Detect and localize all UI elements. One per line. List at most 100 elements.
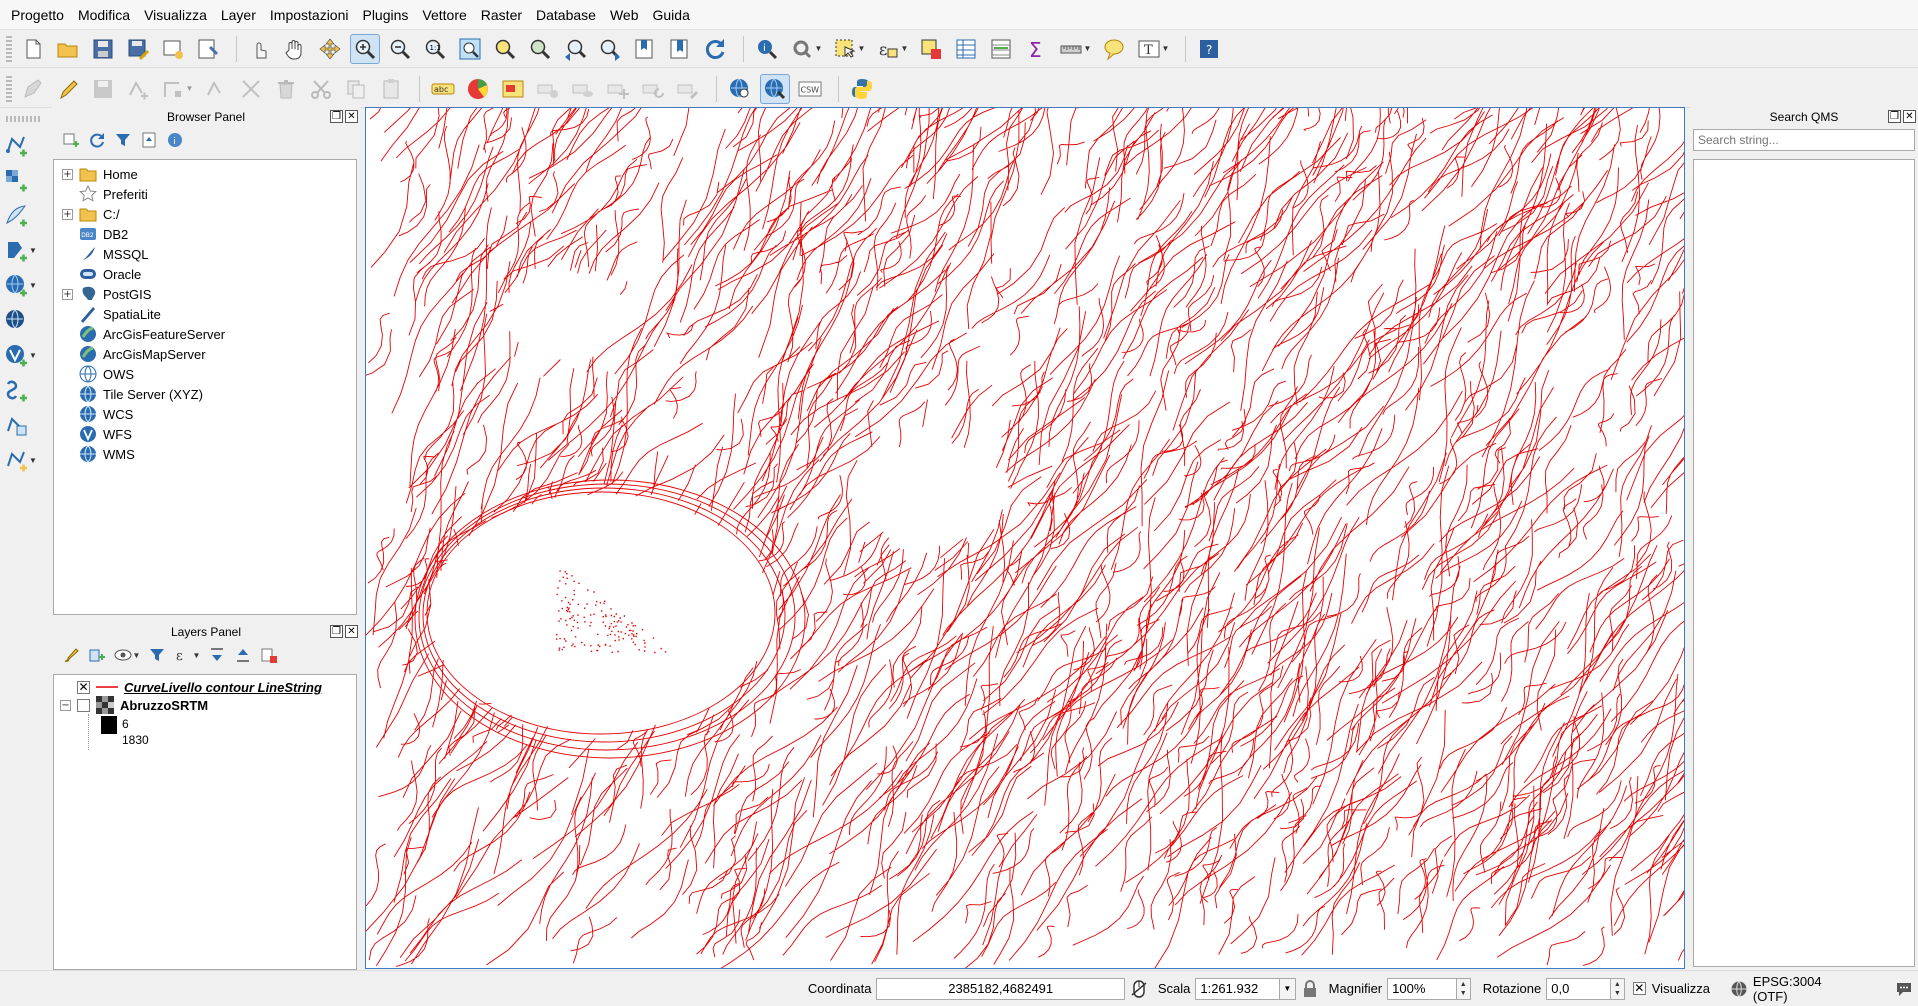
zoom-last-button[interactable] (560, 34, 590, 64)
zoom-to-layer-button[interactable] (525, 34, 555, 64)
layer-visibility-checkbox[interactable]: ✕ (77, 680, 90, 694)
cut-features-button[interactable] (306, 74, 336, 104)
layer-row-contour[interactable]: ✕ CurveLivello contour LineString (60, 678, 356, 696)
menu-impostazioni[interactable]: Impostazioni (263, 0, 356, 30)
digitize-button[interactable] (201, 74, 231, 104)
browser-item-wfs[interactable]: WFS (62, 424, 356, 444)
menu-progetto[interactable]: Progetto (4, 0, 71, 30)
text-annotation-button[interactable]: T ▼ (1134, 34, 1172, 64)
manage-map-themes-button[interactable]: ▼ (112, 644, 142, 666)
crs-status-button[interactable] (1729, 978, 1749, 1000)
expand-icon[interactable]: + (62, 168, 73, 180)
paste-features-button[interactable] (376, 74, 406, 104)
add-vector-layer-button[interactable] (4, 130, 48, 160)
zoom-native-button[interactable]: 1:1 (420, 34, 450, 64)
refresh-browser-button[interactable] (86, 129, 108, 151)
expand-icon[interactable]: + (62, 208, 73, 220)
menu-plugins[interactable]: Plugins (355, 0, 415, 30)
toolbar-grip[interactable] (6, 116, 42, 122)
menu-modifica[interactable]: Modifica (71, 0, 137, 30)
coordinate-field[interactable]: 2385182,4682491 (876, 977, 1125, 1000)
scale-combo[interactable]: 1:261.932 (1195, 977, 1280, 1000)
pan-button[interactable] (280, 34, 310, 64)
menu-database[interactable]: Database (529, 0, 603, 30)
new-print-layout-button[interactable] (158, 34, 188, 64)
toolbar-grip[interactable] (6, 35, 12, 62)
zoom-next-button[interactable] (595, 34, 625, 64)
map-canvas[interactable] (365, 107, 1685, 969)
add-spatialite-layer-button[interactable]: ▼ (4, 235, 48, 265)
expand-all-button[interactable] (206, 644, 228, 666)
metasearch-button[interactable] (725, 74, 755, 104)
collapse-all-layers-button[interactable] (232, 644, 254, 666)
menu-web[interactable]: Web (603, 0, 646, 30)
browser-item-arcgisfeatureserver[interactable]: ArcGisFeatureServer (62, 324, 356, 344)
add-selected-layers-button[interactable] (60, 129, 82, 151)
toggle-extents-button[interactable] (1129, 978, 1149, 1000)
qms-search-input[interactable] (1693, 129, 1915, 151)
browser-item-home[interactable]: + Home (62, 164, 356, 184)
remove-layer-button[interactable] (258, 644, 280, 666)
refresh-button[interactable] (700, 34, 730, 64)
statistics-button[interactable]: Σ (1021, 34, 1051, 64)
filter-legend-button[interactable] (146, 644, 168, 666)
rotation-spinner[interactable]: ▲ ▼ (1610, 977, 1625, 1000)
close-panel-button[interactable]: ✕ (1903, 110, 1916, 123)
change-label-button[interactable] (673, 74, 703, 104)
show-bookmarks-button[interactable] (665, 34, 695, 64)
save-edits-button[interactable] (88, 74, 118, 104)
rotation-field[interactable]: 0,0 (1546, 977, 1611, 1000)
browser-item-preferiti[interactable]: Preferiti (62, 184, 356, 204)
current-edits-button[interactable] (18, 74, 48, 104)
python-console-button[interactable] (847, 74, 877, 104)
menu-guida[interactable]: Guida (646, 0, 697, 30)
pin-labels-button[interactable] (498, 74, 528, 104)
measure-button[interactable]: ▼ (1056, 34, 1094, 64)
menu-visualizza[interactable]: Visualizza (137, 0, 214, 30)
magnifier-field[interactable]: 100% (1387, 977, 1457, 1000)
lock-scale-button[interactable] (1300, 978, 1320, 1000)
save-as-button[interactable] (123, 34, 153, 64)
move-label-button[interactable] (603, 74, 633, 104)
add-mesh-layer-button[interactable] (4, 200, 48, 230)
browser-item-c[interactable]: + C:/ (62, 204, 356, 224)
float-panel-button[interactable]: ❐ (330, 110, 343, 123)
browser-item-tile-server-xyz[interactable]: Tile Server (XYZ) (62, 384, 356, 404)
label-toolbar-button[interactable]: abc (428, 74, 458, 104)
add-delimited-text-button[interactable] (4, 375, 48, 405)
add-wms-layer-button[interactable]: ▼ (4, 270, 48, 300)
select-feature-button[interactable]: ▼ (830, 34, 868, 64)
select-by-expression-button[interactable]: ε ▼ (873, 34, 911, 64)
deselect-button[interactable] (916, 34, 946, 64)
identify-button[interactable]: i (752, 34, 782, 64)
field-calculator-button[interactable] (986, 34, 1016, 64)
toolbar-grip[interactable] (6, 75, 12, 102)
new-bookmark-button[interactable] (630, 34, 660, 64)
touch-zoom-button[interactable] (245, 34, 275, 64)
pan-to-selection-button[interactable] (315, 34, 345, 64)
qms-results-list[interactable] (1693, 159, 1915, 967)
zoom-in-button[interactable] (350, 33, 380, 64)
browser-item-mssql[interactable]: MSSQL (62, 244, 356, 264)
add-group-button[interactable] (86, 644, 108, 666)
copy-features-button[interactable] (341, 74, 371, 104)
style-manager-button[interactable] (60, 644, 82, 666)
menu-raster[interactable]: Raster (474, 0, 529, 30)
float-panel-button[interactable]: ❐ (330, 625, 343, 638)
layout-manager-button[interactable] (193, 34, 223, 64)
render-checkbox[interactable]: ✕ (1632, 982, 1646, 995)
vertex-tool-button[interactable]: ▼ (158, 74, 196, 104)
zoom-out-button[interactable] (385, 34, 415, 64)
browser-item-oracle[interactable]: Oracle (62, 264, 356, 284)
csw-button[interactable]: CSW (795, 74, 825, 104)
browser-item-ows[interactable]: OWS (62, 364, 356, 384)
float-panel-button[interactable]: ❐ (1888, 110, 1901, 123)
collapse-icon[interactable]: − (60, 699, 71, 711)
filter-by-expression-button[interactable]: ε ▼ (172, 644, 202, 666)
zoom-full-button[interactable] (455, 34, 485, 64)
crs-label[interactable]: EPSG:3004 (OTF) (1753, 974, 1859, 1004)
collapse-all-button[interactable] (138, 129, 160, 151)
menu-vettore[interactable]: Vettore (415, 0, 473, 30)
new-layer-button[interactable]: ▼ (4, 445, 48, 475)
attribute-table-button[interactable] (951, 34, 981, 64)
